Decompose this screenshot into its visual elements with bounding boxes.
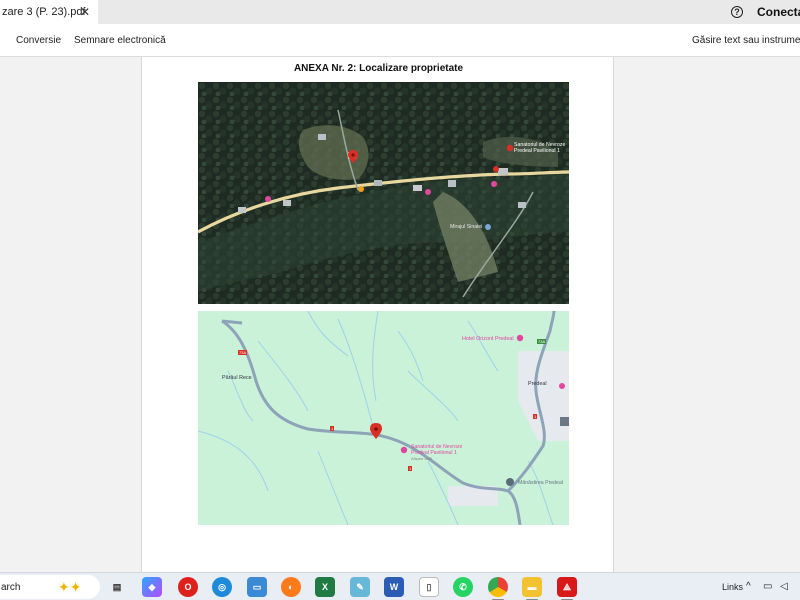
- taskbar-search[interactable]: arch ✦✦: [0, 575, 100, 599]
- road-label-sanatorium: Sanatoriul de Nevroze Predeal Pavilionul…: [411, 444, 463, 456]
- document-tab[interactable]: zare 3 (P. 23).pdf ✕: [0, 0, 98, 24]
- convert-menu[interactable]: Conversie: [16, 35, 61, 46]
- road-label-sanatorium-sub: Afișare tarifi: [411, 456, 433, 461]
- road-shield: 1: [330, 426, 335, 431]
- document-tab-title: zare 3 (P. 23).pdf: [2, 6, 86, 18]
- notepad-icon[interactable]: ✎: [350, 577, 370, 597]
- road-label-hotel: Hotel Orizont Predeal: [462, 336, 514, 342]
- road-shield: 73A: [238, 350, 248, 355]
- task-view-icon[interactable]: ▤: [107, 577, 127, 597]
- sign-in-button[interactable]: Conecta: [757, 5, 800, 19]
- word-icon[interactable]: W: [384, 577, 404, 597]
- links-toolbar[interactable]: Links: [722, 582, 743, 592]
- road-shield: 1: [533, 414, 538, 419]
- sat-label-sanatorium: Sanatoriul de Nevroze Predeal Pavilionul…: [514, 142, 566, 154]
- road-map: Hotel Orizont Predeal Predeal Pârâul Rec…: [198, 311, 569, 525]
- search-label: arch: [1, 581, 21, 593]
- file-explorer-icon[interactable]: ▬: [522, 577, 542, 600]
- battery-icon[interactable]: ▭: [763, 581, 772, 592]
- chrome-icon[interactable]: [488, 577, 508, 600]
- chevron-up-icon[interactable]: ^: [746, 581, 751, 592]
- whatsapp-icon[interactable]: ✆: [453, 577, 473, 597]
- esign-menu[interactable]: Semnare electronică: [74, 35, 166, 46]
- sat-label-mirajul: Mirajul Sinaiei: [450, 224, 483, 230]
- road-shield: 73A: [537, 339, 547, 344]
- speaker-icon[interactable]: ◁: [780, 581, 788, 592]
- remote-desktop-icon[interactable]: ▭: [247, 577, 267, 597]
- satellite-map: Sanatoriul de Nevroze Predeal Pavilionul…: [198, 82, 569, 304]
- find-tools-button[interactable]: Găsire text sau instrumente: [692, 35, 800, 46]
- taskbar: arch ✦✦ ▤ ◆ O ◎ ▭ ◐ X ✎ W ▯ ✆ ▬ ⟁ Links …: [0, 572, 800, 600]
- firefox-icon[interactable]: ◐: [281, 577, 301, 597]
- road-label-predeal: Predeal: [528, 381, 547, 387]
- chrome-canary-icon[interactable]: ◎: [212, 577, 232, 597]
- acrobat-icon[interactable]: ⟁: [557, 577, 577, 600]
- excel-icon[interactable]: X: [315, 577, 335, 597]
- road-label-monastery: Mănăstirea Predeal: [518, 480, 563, 486]
- road-shield: 1: [408, 466, 413, 471]
- copilot-icon[interactable]: ◆: [142, 577, 162, 597]
- help-icon[interactable]: ?: [731, 6, 743, 18]
- page-title: ANEXA Nr. 2: Localizare proprietate: [293, 63, 464, 74]
- pdf-page: ANEXA Nr. 2: Localizare proprietate Sana…: [141, 57, 614, 572]
- opera-icon[interactable]: O: [178, 577, 198, 597]
- close-icon[interactable]: ✕: [80, 5, 90, 19]
- document-viewer[interactable]: ANEXA Nr. 2: Localizare proprietate Sana…: [0, 57, 800, 572]
- road-label-stream: Pârâul Rece: [222, 375, 252, 381]
- sparkle-icon: ✦✦: [58, 579, 82, 595]
- toolbar: Conversie Semnare electronică Găsire tex…: [0, 24, 800, 57]
- file-icon[interactable]: ▯: [419, 577, 439, 597]
- tab-bar: zare 3 (P. 23).pdf ✕ ? Conecta: [0, 0, 800, 24]
